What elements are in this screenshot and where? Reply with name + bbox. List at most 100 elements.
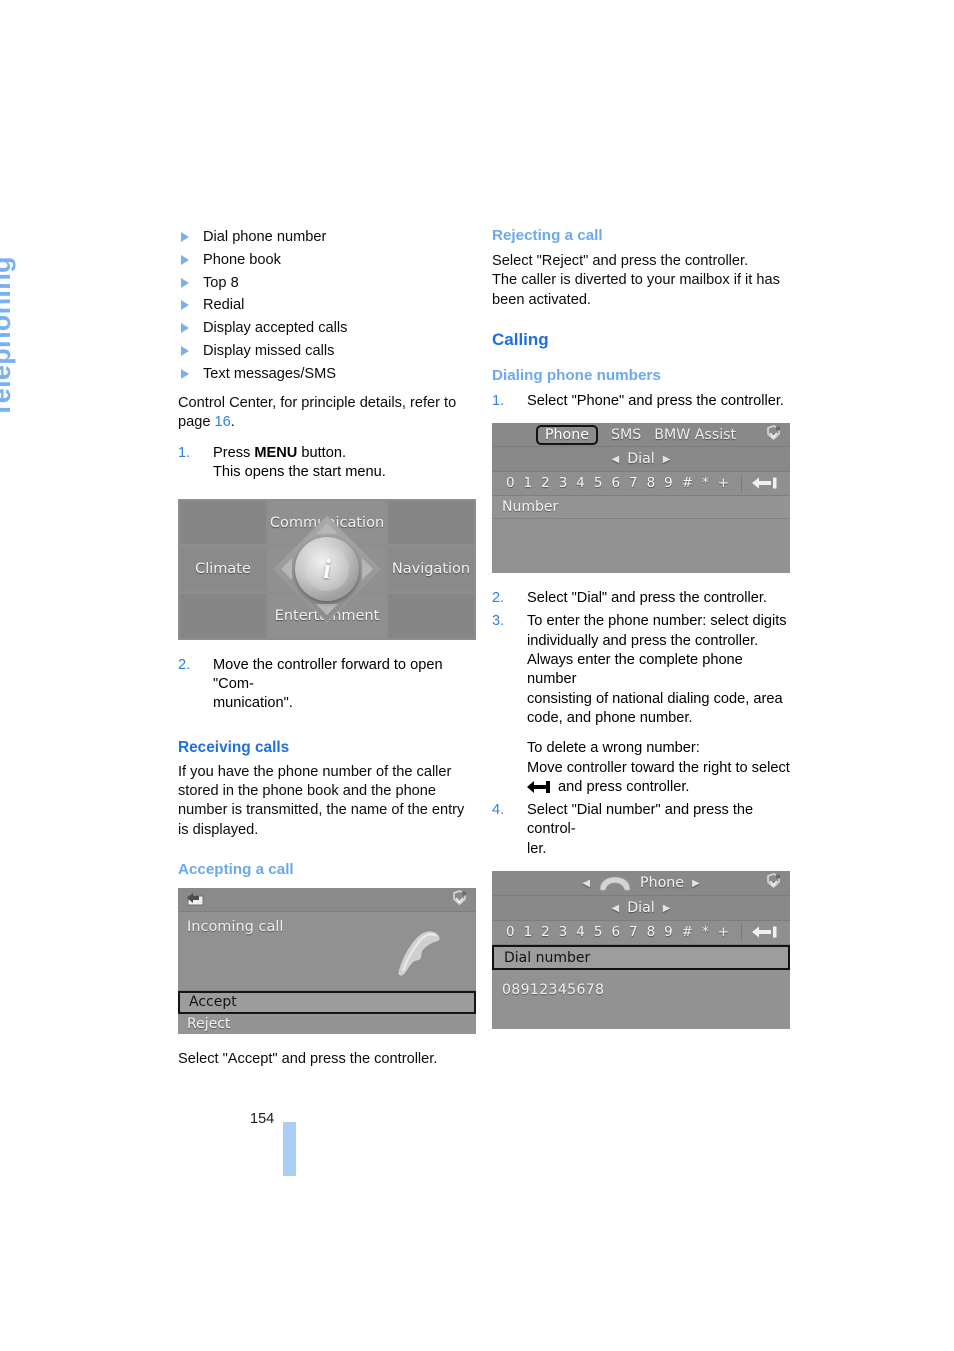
list-item-label: Phone book	[203, 251, 281, 268]
page-number: 154	[250, 1111, 275, 1127]
screen-tab-bar: Phone SMS BMW Assist	[492, 423, 790, 448]
chevron-right-icon[interactable]: ▶	[663, 454, 671, 465]
scroll-indicator-icon	[453, 889, 466, 905]
step-number: 1.	[178, 445, 191, 462]
start-menu-cell-empty-top-left	[180, 500, 266, 545]
tab-sms[interactable]: SMS	[611, 427, 641, 443]
step-4: 4. Select "Dial number" and press the co…	[492, 801, 790, 859]
step3-line5: code, and phone number.	[527, 709, 693, 726]
step3-sub-line3-text: and press controller.	[554, 778, 690, 795]
chevron-left-icon[interactable]: ◀	[612, 903, 620, 914]
list-item: Display accepted calls	[178, 317, 476, 340]
list-item-label: Redial	[203, 297, 245, 314]
heading-accepting-a-call: Accepting a call	[178, 860, 294, 878]
chapter-side-tab: Telephoning	[0, 256, 16, 418]
heading-calling: Calling	[492, 329, 549, 349]
step-text-line1: Move the controller forward to open "Com…	[213, 656, 443, 693]
manual-page: Telephoning Dial phone number Phone book…	[0, 0, 954, 1351]
start-menu-center	[268, 547, 386, 592]
start-menu-item-entertainment[interactable]: Entertainment	[268, 594, 386, 638]
start-menu-item-navigation[interactable]: Navigation	[388, 547, 474, 592]
incoming-call-status-text: Incoming call	[187, 918, 284, 935]
start-menu-item-communication[interactable]: Communication	[268, 500, 386, 545]
step-2: 2. Move the controller forward to open "…	[178, 656, 476, 714]
step-number: 2.	[492, 590, 505, 607]
chevron-right-icon[interactable]: ▶	[692, 878, 700, 889]
step-text-before: Press	[213, 445, 255, 462]
screen-subtitle-bar: ◀ Dial ▶	[492, 896, 790, 922]
step-1: 1. Press MENU button. This opens the sta…	[178, 444, 476, 483]
backspace-icon[interactable]	[752, 477, 778, 489]
list-item: Text messages/SMS	[178, 363, 476, 386]
dial-number-screenshot: ◀ Phone ▶ ◀ Dial ▶ 0 1 2 3 4 5 6 7 8 9 #…	[492, 871, 790, 1030]
start-menu-grid: Communication Climate Navigation Enterta…	[178, 499, 476, 640]
entered-number-display: 08912345678	[492, 970, 790, 1030]
screen-subtitle: Dial	[627, 900, 655, 917]
dial-subtitle-group: ◀ Dial ▶	[612, 900, 671, 916]
triangle-bullet-icon	[181, 300, 189, 311]
number-field[interactable]: Number	[492, 496, 790, 520]
heading-dialing-phone-numbers: Dialing phone numbers	[492, 366, 661, 384]
step3-line2: individually and press the controller.	[527, 632, 759, 649]
backspace-icon	[527, 780, 553, 793]
left-column: Dial phone number Phone book Top 8 Redia…	[178, 226, 476, 1069]
phone-dial-screenshot: Phone SMS BMW Assist ◀ Dial ▶ 0 1 2 3 4 …	[492, 423, 790, 574]
step4-line2: ler.	[527, 840, 547, 857]
dial-number-menu-item[interactable]: Dial number	[492, 945, 790, 971]
dial-title-group: ◀ Dial ▶	[612, 451, 671, 467]
tab-phone[interactable]: Phone	[536, 424, 598, 445]
step3-line1: To enter the phone number: select digits	[527, 613, 787, 630]
list-item: Top 8	[178, 272, 476, 295]
list-item: Display missed calls	[178, 340, 476, 363]
scroll-indicator-icon	[767, 873, 780, 889]
step3-line4: consisting of national dialing code, are…	[527, 690, 783, 707]
vertical-divider	[741, 923, 742, 943]
accept-menu-item[interactable]: Accept	[178, 990, 476, 1014]
start-menu-screenshot: Communication Climate Navigation Enterta…	[178, 498, 476, 640]
reject-menu-item[interactable]: Reject	[178, 1013, 476, 1034]
chevron-right-icon[interactable]: ▶	[663, 903, 671, 914]
accepting-call-instruction: Select "Accept" and press the controller…	[178, 1050, 438, 1067]
digit-selection-bar: 0 1 2 3 4 5 6 7 8 9 # * +	[492, 921, 790, 946]
step-number: 4.	[492, 802, 505, 819]
screen-title: Phone	[640, 875, 684, 892]
digit-selection-bar: 0 1 2 3 4 5 6 7 8 9 # * +	[492, 472, 790, 497]
scroll-indicator-icon	[767, 425, 780, 441]
list-item-label: Display missed calls	[203, 342, 335, 359]
step-1: 1. Select "Phone" and press the controll…	[492, 392, 790, 411]
backspace-icon[interactable]	[752, 926, 778, 938]
control-center-note-period: .	[230, 413, 235, 430]
start-menu-item-climate[interactable]: Climate	[180, 547, 266, 592]
triangle-bullet-icon	[181, 232, 189, 242]
heading-rejecting-a-call: Rejecting a call	[492, 227, 603, 244]
step-3: 3. To enter the phone number: select dig…	[492, 612, 790, 797]
list-item: Phone book	[178, 249, 476, 272]
heading-receiving-calls: Receiving calls	[178, 738, 290, 756]
incoming-call-body: Incoming call	[178, 911, 476, 991]
chevron-left-icon[interactable]: ◀	[612, 454, 620, 465]
list-item: Dial phone number	[178, 226, 476, 249]
receiving-calls-body: If you have the phone number of the call…	[178, 763, 465, 838]
number-display-area	[492, 519, 790, 574]
step-text-line2: munication".	[213, 695, 293, 712]
chevron-left-icon[interactable]: ◀	[582, 878, 590, 889]
step4-line1: Select "Dial number" and press the contr…	[527, 802, 754, 838]
phone-return-icon	[187, 892, 204, 906]
start-menu-cell-empty-bottom-right	[388, 594, 474, 638]
triangle-bullet-icon	[181, 345, 189, 356]
list-item-label: Display accepted calls	[203, 320, 348, 337]
menu-button-name: MENU	[254, 445, 298, 462]
step3-sub-line1: To delete a wrong number:	[527, 740, 700, 757]
feature-bullet-list: Dial phone number Phone book Top 8 Redia…	[178, 226, 476, 386]
digit-row[interactable]: 0 1 2 3 4 5 6 7 8 9 # * +	[506, 476, 731, 491]
step-number: 3.	[492, 613, 505, 630]
page-accent-bar	[283, 1122, 296, 1176]
control-center-note: Control Center, for principle details, r…	[178, 394, 476, 433]
page-reference-link[interactable]: 16	[215, 414, 231, 430]
step-text: Select "Phone" and press the controller.	[527, 392, 784, 409]
step-2: 2. Select "Dial" and press the controlle…	[492, 589, 790, 608]
tab-bmw-assist[interactable]: BMW Assist	[654, 427, 736, 443]
step3-sub-line2: Move controller toward the right to sele…	[527, 759, 790, 776]
digit-row[interactable]: 0 1 2 3 4 5 6 7 8 9 # * +	[506, 925, 731, 940]
handset-icon	[397, 929, 441, 977]
